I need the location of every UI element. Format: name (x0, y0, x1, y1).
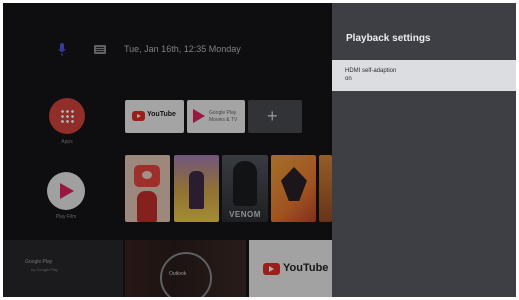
poster-art (134, 165, 160, 187)
setting-label: HDMI self-adaption (345, 68, 397, 74)
poster-title: VENOM (229, 210, 261, 219)
play-icon (60, 183, 74, 199)
poster-tile[interactable] (125, 155, 170, 222)
home-screen: Tue, Jan 16th, 12:35 Monday Apps Play Fi… (3, 3, 332, 297)
featured-card-title: Google Play (25, 259, 53, 265)
apps-grid-icon (60, 109, 74, 123)
plus-icon: + (267, 106, 278, 126)
google-play-icon (193, 109, 205, 123)
setting-value: on (345, 76, 352, 82)
youtube-card-label: YouTube (283, 262, 329, 274)
youtube-logo-icon (132, 111, 145, 121)
featured-card-video[interactable]: Outlook (125, 240, 246, 297)
apps-button[interactable] (49, 98, 85, 134)
play-film-button[interactable] (47, 172, 85, 210)
playback-settings-panel: Playback settings HDMI self-adaption on (332, 3, 516, 297)
poster-tile-venom[interactable]: VENOM (222, 155, 268, 222)
top-bar: Tue, Jan 16th, 12:35 Monday (3, 39, 332, 61)
featured-card-youtube[interactable]: YouTube (249, 240, 332, 297)
google-play-tile-label: Google Play Movies & TV (209, 110, 238, 123)
poster-art-figure (233, 161, 257, 206)
youtube-tile-label: YouTube (147, 111, 176, 118)
poster-art-figure (189, 171, 204, 209)
poster-tile[interactable] (271, 155, 316, 222)
youtube-app-tile[interactable]: YouTube (125, 100, 184, 133)
keyboard-icon[interactable] (94, 45, 106, 54)
featured-card-subtitle: by Google Play (31, 267, 59, 272)
featured-video-text: Outlook (169, 271, 187, 277)
hdmi-self-adaption-item[interactable]: HDMI self-adaption on (332, 60, 516, 91)
add-app-tile[interactable]: + (248, 100, 302, 133)
play-film-label: Play Film (55, 214, 77, 220)
clock-text: Tue, Jan 16th, 12:35 Monday (124, 44, 241, 54)
poster-art-figure (137, 191, 157, 222)
tv-screen: Tue, Jan 16th, 12:35 Monday Apps Play Fi… (3, 3, 516, 297)
panel-title: Playback settings (346, 33, 431, 44)
microphone-icon[interactable] (57, 43, 67, 57)
google-play-app-tile[interactable]: Google Play Movies & TV (187, 100, 245, 133)
apps-label: Apps (61, 139, 73, 145)
poster-tile[interactable] (319, 155, 332, 222)
featured-card-google-play[interactable]: Google Play by Google Play (3, 240, 123, 297)
poster-tile[interactable] (174, 155, 219, 222)
youtube-logo-icon (263, 263, 280, 275)
poster-art-figure (281, 167, 307, 201)
